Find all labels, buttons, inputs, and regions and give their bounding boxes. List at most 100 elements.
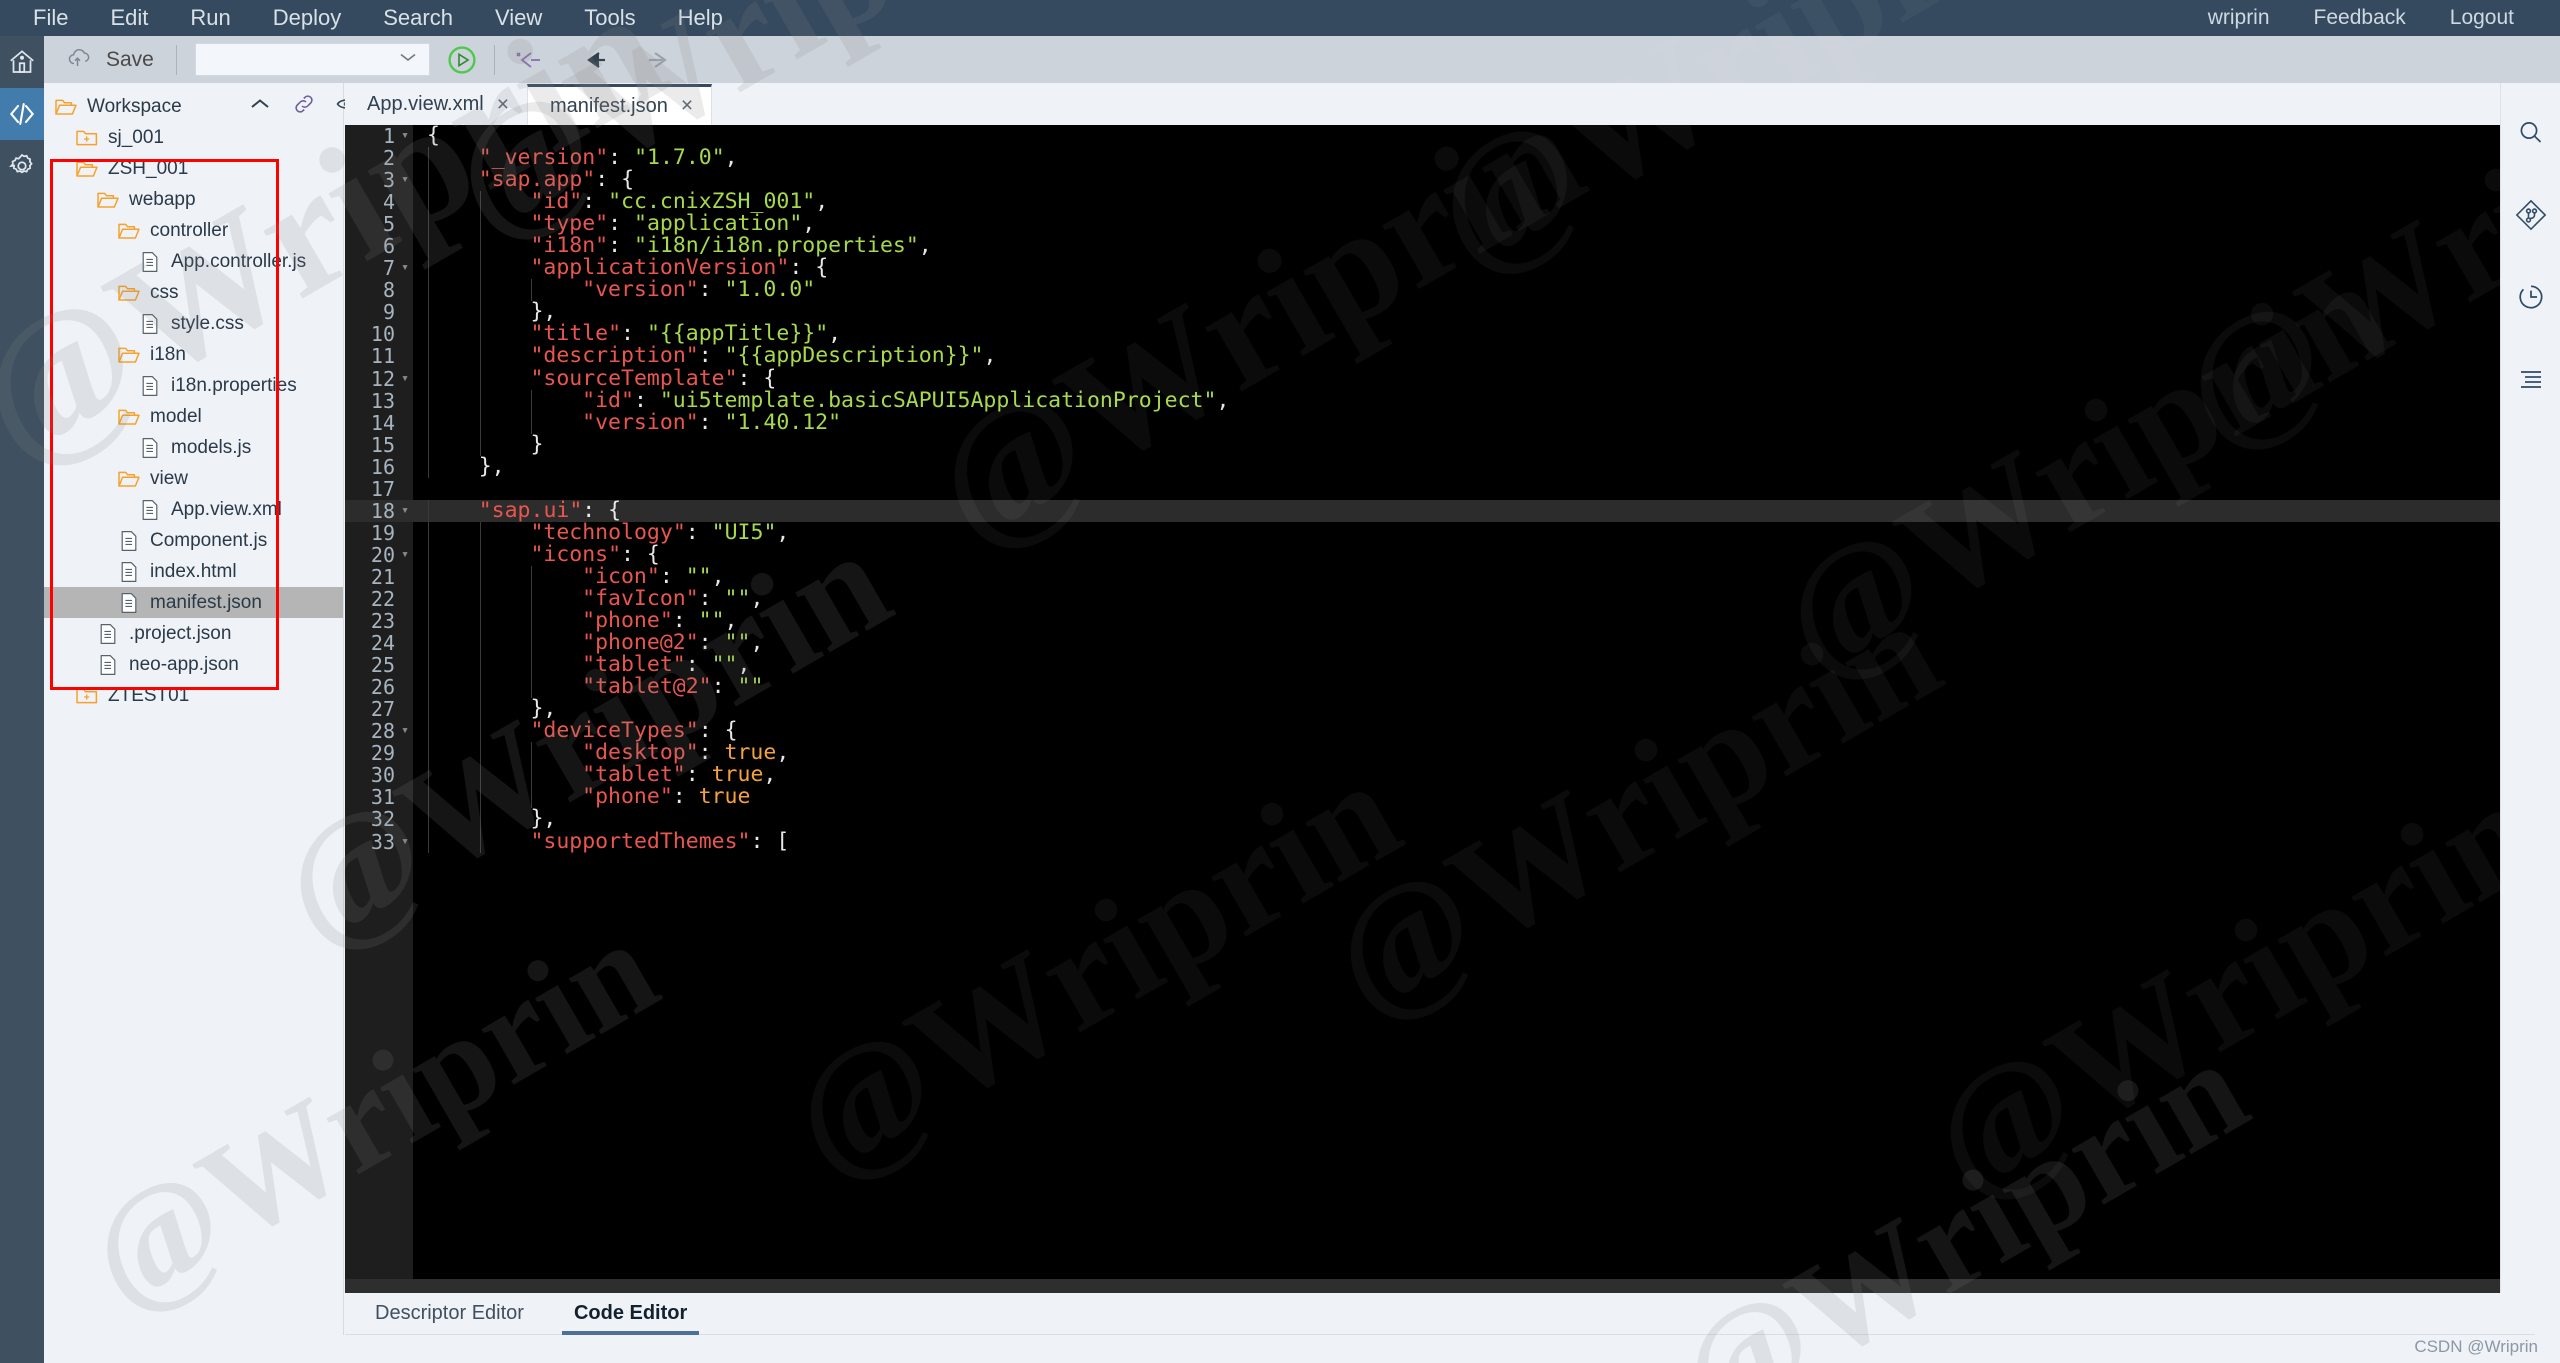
- tree-item-i18n[interactable]: i18n: [44, 339, 343, 370]
- line-number: 8: [382, 278, 395, 303]
- tree-item-app-view-xml[interactable]: App.view.xml: [44, 494, 343, 525]
- code-line[interactable]: 12 ▾ "sourceTemplate": {: [345, 367, 2535, 390]
- back-arrow-icon[interactable]: [561, 46, 627, 74]
- menubar-wriprin[interactable]: wriprin: [2186, 0, 2292, 36]
- code-line[interactable]: 2 "_version": "1.7.0",: [345, 147, 2535, 169]
- tree-item-view[interactable]: view: [44, 463, 343, 494]
- code-line[interactable]: 11 "description": "{{appDescription}}",: [345, 345, 2535, 368]
- menu-item-help[interactable]: Help: [657, 0, 744, 36]
- step-back-icon[interactable]: [495, 46, 561, 74]
- tree-item-label: controller: [150, 219, 229, 241]
- code-line[interactable]: 4 "id": "cc.cnixZSH_001",: [345, 191, 2535, 213]
- close-icon[interactable]: ×: [497, 93, 509, 117]
- search-icon[interactable]: [2509, 111, 2553, 155]
- link-icon[interactable]: [282, 87, 326, 121]
- code-line[interactable]: 29 "desktop": true,: [345, 742, 2535, 764]
- save-button[interactable]: Save: [44, 36, 176, 83]
- code-line[interactable]: 32},: [345, 808, 2535, 831]
- tree-item-ztest01[interactable]: ZTEST01: [44, 680, 343, 711]
- mode-tab-descriptor-editor[interactable]: Descriptor Editor: [355, 1293, 544, 1335]
- file-icon: [138, 251, 162, 273]
- code-line[interactable]: 18 ▾ "sap.ui": {: [345, 499, 2535, 522]
- code-line[interactable]: 17: [345, 478, 2535, 500]
- outline-lines-icon[interactable]: [2509, 357, 2553, 401]
- run-button[interactable]: [430, 42, 494, 78]
- code-line[interactable]: 19 "technology": "UI5",: [345, 521, 2535, 544]
- fold-toggle-icon[interactable]: ▾: [399, 831, 411, 853]
- gear-icon[interactable]: [0, 140, 44, 192]
- menu-item-file[interactable]: File: [12, 0, 89, 36]
- editor-tab-manifest-json[interactable]: manifest.json ×: [526, 84, 713, 125]
- code-line[interactable]: 27},: [345, 698, 2535, 720]
- menu-item-tools[interactable]: Tools: [563, 0, 656, 36]
- chevron-down-icon: [397, 50, 419, 69]
- tree-item-style-css[interactable]: style.css: [44, 308, 343, 339]
- tree-item-webapp[interactable]: webapp: [44, 184, 343, 215]
- code-line[interactable]: 10 "title": "{{appTitle}}",: [345, 323, 2535, 345]
- tree-item-controller[interactable]: controller: [44, 215, 343, 246]
- menu-item-deploy[interactable]: Deploy: [252, 0, 362, 36]
- code-line[interactable]: 16},: [345, 455, 2535, 478]
- code-line[interactable]: 21 "icon": "",: [345, 565, 2535, 588]
- fold-toggle-icon[interactable]: ▾: [399, 169, 411, 191]
- editor-horizontal-scrollbar[interactable]: [345, 1279, 2512, 1293]
- indent-guide: [479, 786, 481, 809]
- git-branch-icon[interactable]: [2509, 193, 2553, 237]
- code-line[interactable]: 28 ▾ "deviceTypes": {: [345, 720, 2535, 742]
- code-lines[interactable]: 1 ▾{2 "_version": "1.7.0", 3 ▾ "sap.app": {4 "…: [345, 125, 2535, 853]
- forward-arrow-icon[interactable]: [627, 46, 693, 74]
- menu-item-edit[interactable]: Edit: [89, 0, 169, 36]
- tree-item-models-js[interactable]: models.js: [44, 432, 343, 463]
- code-line[interactable]: 30 "tablet": true,: [345, 764, 2535, 786]
- mode-tab-code-editor[interactable]: Code Editor: [554, 1293, 707, 1335]
- code-line[interactable]: 8 "version": "1.0.0": [345, 279, 2535, 301]
- code-line[interactable]: 23 "phone": "",: [345, 610, 2535, 632]
- code-line[interactable]: 33 ▾ "supportedThemes": [: [345, 830, 2535, 853]
- fold-toggle-icon[interactable]: ▾: [399, 720, 411, 742]
- code-icon[interactable]: [0, 88, 44, 140]
- code-line[interactable]: 25 "tablet": "",: [345, 654, 2535, 676]
- fold-toggle-icon[interactable]: ▾: [399, 500, 411, 522]
- code-line[interactable]: 26 "tablet@2": "": [345, 676, 2535, 698]
- history-clock-icon[interactable]: [2509, 275, 2553, 319]
- code-line[interactable]: 15}: [345, 433, 2535, 456]
- menu-item-run[interactable]: Run: [169, 0, 251, 36]
- tree-item-sj-001[interactable]: sj_001: [44, 122, 343, 153]
- code-line[interactable]: 9},: [345, 301, 2535, 323]
- code-line[interactable]: 24 "phone@2": "",: [345, 632, 2535, 654]
- tree-item--project-json[interactable]: .project.json: [44, 618, 343, 649]
- collapse-chevron-icon[interactable]: [238, 87, 282, 121]
- tree-item-model[interactable]: model: [44, 401, 343, 432]
- menubar-feedback[interactable]: Feedback: [2292, 0, 2428, 36]
- editor-tab-app-view-xml[interactable]: App.view.xml ×: [345, 84, 527, 125]
- home-icon[interactable]: [0, 36, 44, 88]
- tree-item-css[interactable]: css: [44, 277, 343, 308]
- code-editor[interactable]: 1 ▾{2 "_version": "1.7.0", 3 ▾ "sap.app": {4 "…: [345, 125, 2535, 1293]
- code-line[interactable]: 7 ▾ "applicationVersion": {: [345, 257, 2535, 279]
- code-line[interactable]: 1 ▾ {: [345, 125, 2535, 147]
- close-icon[interactable]: ×: [681, 94, 693, 118]
- fold-toggle-icon[interactable]: ▾: [399, 368, 411, 390]
- fold-toggle-icon[interactable]: ▾: [399, 257, 411, 279]
- code-line[interactable]: 5 "type": "application",: [345, 213, 2535, 235]
- code-line[interactable]: 20 ▾ "icons": {: [345, 543, 2535, 566]
- code-line[interactable]: 14 "version": "1.40.12": [345, 411, 2535, 434]
- fold-toggle-icon[interactable]: ▾: [399, 125, 411, 147]
- code-line[interactable]: 31 "phone": true: [345, 786, 2535, 808]
- tree-item-i18n-properties[interactable]: i18n.properties: [44, 370, 343, 401]
- run-configuration-select[interactable]: [194, 43, 430, 76]
- tree-item-app-controller-js[interactable]: App.controller.js: [44, 246, 343, 277]
- tree-item-neo-app-json[interactable]: neo-app.json: [44, 649, 343, 680]
- code-line[interactable]: 22 "favIcon": "",: [345, 587, 2535, 610]
- tree-item-manifest-json[interactable]: manifest.json: [44, 587, 343, 618]
- tree-item-zsh-001[interactable]: ZSH_001: [44, 153, 343, 184]
- code-line[interactable]: 6 "i18n": "i18n/i18n.properties",: [345, 235, 2535, 257]
- menu-item-search[interactable]: Search: [362, 0, 474, 36]
- fold-toggle-icon[interactable]: ▾: [399, 544, 411, 566]
- tree-item-index-html[interactable]: index.html: [44, 556, 343, 587]
- code-line[interactable]: 3 ▾ "sap.app": {: [345, 169, 2535, 191]
- menu-item-view[interactable]: View: [474, 0, 563, 36]
- menubar-logout[interactable]: Logout: [2428, 0, 2536, 36]
- tree-item-component-js[interactable]: Component.js: [44, 525, 343, 556]
- code-line[interactable]: 13 "id": "ui5template.basicSAPUI5Applicat…: [345, 389, 2535, 412]
